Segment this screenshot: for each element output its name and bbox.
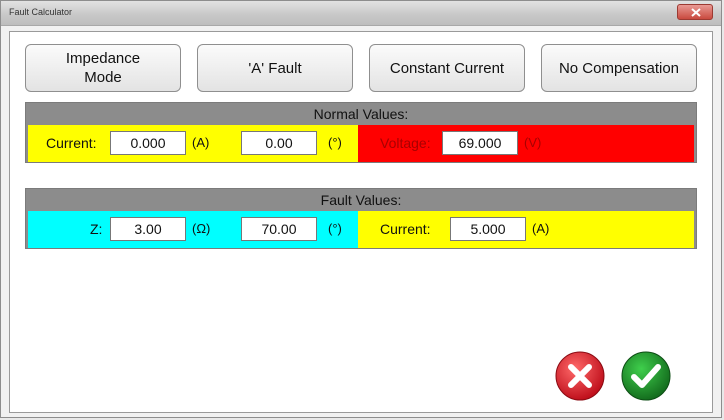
fault-calculator-window: Fault Calculator Impedance Mode 'A' Faul…	[0, 0, 722, 418]
fault-values-section: Fault Values: Z: (Ω) (°) Current: (A)	[25, 188, 697, 249]
constant-current-button[interactable]: Constant Current	[369, 44, 525, 92]
cancel-button[interactable]	[554, 350, 606, 402]
cancel-x-icon	[555, 351, 605, 401]
normal-voltage-cell: Voltage: (V)	[358, 125, 694, 162]
normal-voltage-unit: (V)	[524, 135, 542, 150]
close-icon	[691, 8, 701, 17]
title-bar[interactable]: Fault Calculator	[1, 1, 721, 26]
normal-current-label: Current:	[46, 135, 97, 151]
calculator-panel: Impedance Mode 'A' Fault Constant Curren…	[9, 31, 713, 413]
fault-current-cell: Current: (A)	[358, 211, 694, 248]
fault-type-button[interactable]: 'A' Fault	[197, 44, 353, 92]
compensation-button[interactable]: No Compensation	[541, 44, 697, 92]
fault-angle-unit: (°)	[328, 221, 342, 236]
window-title: Fault Calculator	[9, 7, 73, 17]
normal-angle-unit: (°)	[328, 135, 342, 150]
fault-z-label: Z:	[90, 221, 103, 237]
fault-current-unit: (A)	[532, 221, 550, 236]
fault-values-header: Fault Values:	[320, 192, 402, 208]
fault-current-label: Current:	[380, 221, 431, 237]
window-close-button[interactable]	[677, 4, 713, 20]
fault-z-input[interactable]	[110, 217, 186, 241]
normal-current-unit: (A)	[192, 135, 210, 150]
impedance-mode-button[interactable]: Impedance Mode	[25, 44, 181, 92]
normal-values-header: Normal Values:	[313, 106, 409, 122]
normal-current-input[interactable]	[110, 131, 186, 155]
fault-impedance-cell: Z: (Ω) (°)	[28, 211, 358, 248]
normal-voltage-input[interactable]	[442, 131, 518, 155]
normal-voltage-label: Voltage:	[380, 135, 431, 151]
fault-current-input[interactable]	[450, 217, 526, 241]
normal-angle-input[interactable]	[241, 131, 317, 155]
normal-current-cell: Current: (A) (°)	[28, 125, 358, 162]
normal-values-section: Normal Values: Current: (A) (°) Voltage:…	[25, 102, 697, 163]
ok-check-icon	[621, 351, 671, 401]
ok-button[interactable]	[620, 350, 672, 402]
fault-angle-input[interactable]	[241, 217, 317, 241]
fault-z-unit: (Ω)	[192, 221, 211, 236]
